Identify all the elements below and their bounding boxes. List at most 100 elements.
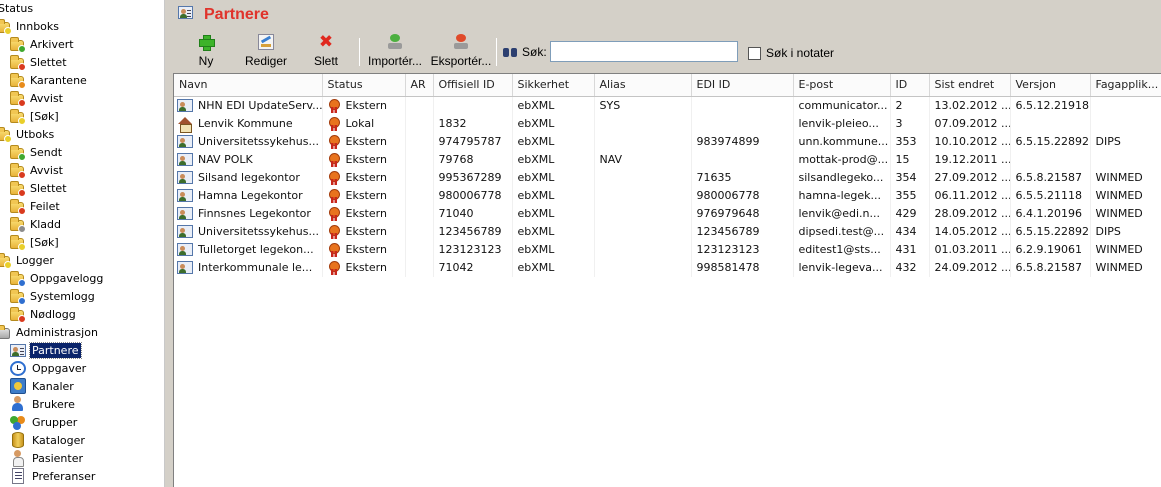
- column-header[interactable]: Fagapplik...: [1090, 74, 1161, 97]
- table-cell: 2: [890, 96, 930, 115]
- partner-status: Ekstern: [345, 243, 387, 256]
- tree-item-partnere[interactable]: Partnere: [10, 341, 82, 359]
- table-row[interactable]: Finnsnes Legekontor Ekstern 71040 ebXML 9769…: [174, 204, 1161, 223]
- tree-item-arkivert[interactable]: Arkivert: [10, 35, 76, 53]
- table-row[interactable]: Lenvik Kommune Lokal 1832 ebXML lenvik-pleie…: [174, 114, 1161, 133]
- folder-deleted-icon: [10, 55, 26, 71]
- status-badge: [18, 243, 26, 251]
- tree-item-label: Administrasjon: [16, 325, 98, 339]
- table-row[interactable]: Universitetssykehus... Ekstern 974795787 eb…: [174, 132, 1161, 151]
- column-header[interactable]: E-post: [793, 74, 891, 97]
- table-cell: ebXML: [512, 168, 595, 187]
- table-cell: 6.4.1.20196: [1010, 204, 1091, 223]
- status-badge: [18, 225, 26, 233]
- table-row[interactable]: Interkommunale le... Ekstern 71042 ebXML 998…: [174, 258, 1161, 277]
- certificate-ribbon-icon: [328, 260, 340, 275]
- tree-item-kataloger[interactable]: Kataloger: [10, 431, 87, 449]
- table-cell: [594, 186, 692, 205]
- tree-item-oppgaver[interactable]: Oppgaver: [10, 359, 88, 377]
- tree-item-kanaler[interactable]: Kanaler: [10, 377, 76, 395]
- table-cell: 123456789: [691, 222, 794, 241]
- partner-icon: [177, 135, 193, 148]
- certificate-ribbon-icon: [328, 224, 340, 239]
- table-cell: 71042: [433, 258, 513, 277]
- status-badge: [4, 27, 12, 35]
- table-cell: [594, 204, 692, 223]
- tree-item-label: Sendt: [30, 145, 63, 159]
- search-input[interactable]: [550, 41, 738, 62]
- tree-item-feilet[interactable]: Feilet: [10, 197, 62, 215]
- tree-item-administrasjon[interactable]: Administrasjon: [0, 323, 100, 341]
- tree-root-status[interactable]: Status: [0, 0, 35, 17]
- tree-item-slettet[interactable]: Slettet: [10, 179, 69, 197]
- table-cell: 24.09.2012 ...: [929, 258, 1011, 277]
- export-button[interactable]: Eksportér...: [429, 32, 493, 72]
- tree-item-innboks[interactable]: Innboks: [0, 17, 61, 35]
- partner-name: Interkommunale le...: [198, 261, 313, 274]
- table-cell: [405, 222, 434, 241]
- column-header[interactable]: Navn: [174, 74, 323, 97]
- table-cell: 123123123: [433, 240, 513, 259]
- tree-item-oppgavelogg[interactable]: Oppgavelogg: [10, 269, 105, 287]
- tree-item-slettet[interactable]: Slettet: [10, 53, 69, 71]
- tree-item-grupper[interactable]: Grupper: [10, 413, 79, 431]
- tree-item-avvist[interactable]: Avvist: [10, 161, 65, 179]
- table-row[interactable]: Tulletorget legekon... Ekstern 123123123 eb…: [174, 240, 1161, 259]
- document-icon: [12, 468, 24, 484]
- partner-name: Tulletorget legekon...: [198, 243, 314, 256]
- table-row[interactable]: Hamna Legekontor Ekstern 980006778 ebXML 980…: [174, 186, 1161, 205]
- search-notes-checkbox[interactable]: [748, 47, 761, 60]
- table-row[interactable]: NAV POLK Ekstern 79768 ebXML NAV mottak-prod@…: [174, 150, 1161, 169]
- column-header[interactable]: Offisiell ID: [433, 74, 513, 97]
- tree-item-søk[interactable]: [Søk]: [10, 107, 61, 125]
- clock-icon: [10, 360, 26, 376]
- tree-item-søk[interactable]: [Søk]: [10, 233, 61, 251]
- table-cell: [1010, 150, 1091, 169]
- column-header[interactable]: Sikkerhet: [512, 74, 595, 97]
- tree-item-label: Karantene: [30, 73, 87, 87]
- status-cell: Ekstern: [322, 186, 406, 205]
- tree-item-pasienter[interactable]: Pasienter: [10, 449, 85, 467]
- tree-item-sendt[interactable]: Sendt: [10, 143, 64, 161]
- folder-quarantine-icon: [10, 73, 26, 89]
- partner-name: Universitetssykehus...: [198, 135, 319, 148]
- tree-item-label: Slettet: [30, 181, 67, 195]
- new-button-label: Ny: [198, 54, 214, 68]
- tree-item-kladd[interactable]: Kladd: [10, 215, 63, 233]
- tree-item-brukere[interactable]: Brukere: [10, 395, 77, 413]
- table-row[interactable]: Silsand legekontor Ekstern 995367289 ebXML 7…: [174, 168, 1161, 187]
- tree-item-preferanser[interactable]: Preferanser: [10, 467, 97, 485]
- edit-button[interactable]: Rediger: [240, 32, 292, 72]
- tree-item-avvist[interactable]: Avvist: [10, 89, 65, 107]
- partner-name: Hamna Legekontor: [198, 189, 303, 202]
- tree-item-utboks[interactable]: Utboks: [0, 125, 56, 143]
- tree-item-nødlogg[interactable]: Nødlogg: [10, 305, 78, 323]
- table-cell: WINMED: [1090, 258, 1161, 277]
- partner-status: Ekstern: [345, 207, 387, 220]
- tree-item-logger[interactable]: Logger: [0, 251, 56, 269]
- status-cell: Ekstern: [322, 204, 406, 223]
- column-header[interactable]: EDI ID: [691, 74, 794, 97]
- table-cell: mottak-prod@...: [793, 150, 891, 169]
- column-header[interactable]: ID: [890, 74, 930, 97]
- column-header[interactable]: Status: [322, 74, 406, 97]
- binoculars-icon: [503, 46, 519, 58]
- import-button[interactable]: Importér...: [365, 32, 425, 72]
- table-row[interactable]: NHN EDI UpdateServ... Ekstern ebXML SYS comm…: [174, 96, 1161, 115]
- status-badge: [18, 99, 26, 107]
- name-cell: Silsand legekontor: [174, 168, 323, 187]
- delete-button[interactable]: ✖ Slett: [308, 32, 344, 72]
- table-cell: [405, 168, 434, 187]
- table-cell: 995367289: [433, 168, 513, 187]
- tree-item-systemlogg[interactable]: Systemlogg: [10, 287, 97, 305]
- column-header[interactable]: Alias: [594, 74, 692, 97]
- partner-icon: [177, 207, 193, 220]
- tree-item-karantene[interactable]: Karantene: [10, 71, 89, 89]
- column-header[interactable]: Versjon: [1010, 74, 1091, 97]
- folder-icon: [0, 127, 12, 143]
- column-header[interactable]: AR: [405, 74, 434, 97]
- column-header[interactable]: Sist endret: [929, 74, 1011, 97]
- folder-archived-icon: [10, 37, 26, 53]
- new-button[interactable]: Ny: [191, 32, 221, 72]
- table-row[interactable]: Universitetssykehus... Ekstern 123456789 eb…: [174, 222, 1161, 241]
